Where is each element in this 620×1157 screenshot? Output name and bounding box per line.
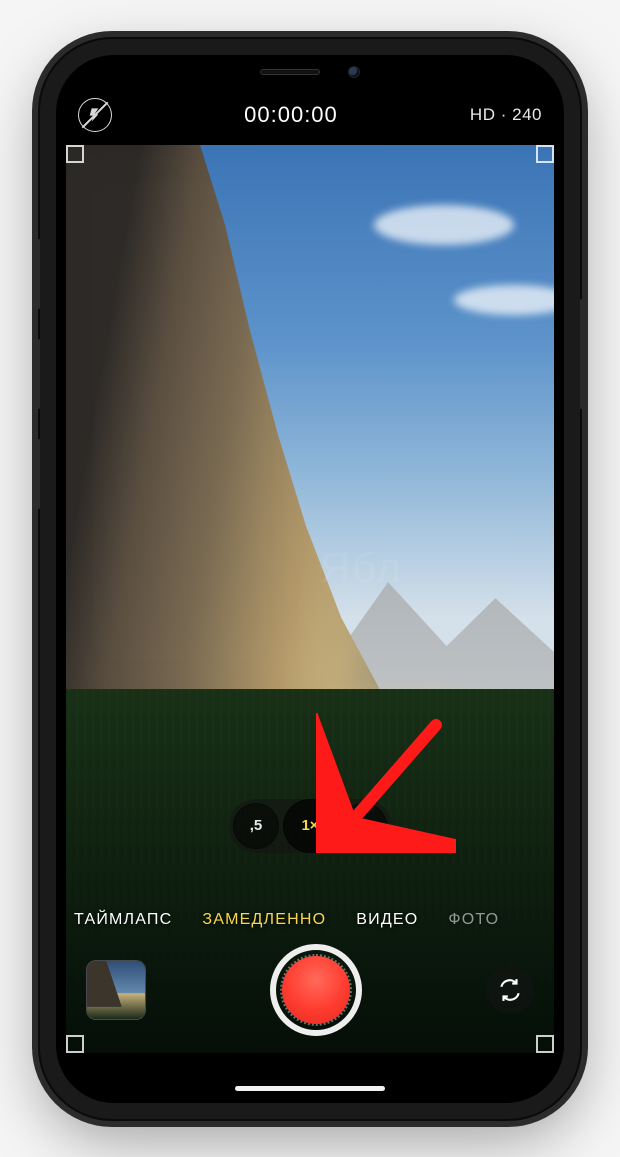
flash-toggle[interactable] — [78, 98, 112, 132]
fps-label: 240 — [512, 105, 542, 124]
record-button-inner — [282, 956, 350, 1024]
bottom-controls — [56, 935, 564, 1045]
last-photo-thumbnail[interactable] — [86, 960, 146, 1020]
front-camera — [348, 66, 360, 78]
mode-photo[interactable]: ФОТО — [448, 911, 499, 929]
format-label: HD — [470, 105, 496, 124]
separator: · — [501, 105, 507, 124]
scene-cloud — [454, 285, 554, 315]
mode-video[interactable]: ВИДЕО — [356, 911, 418, 929]
scene-cloud — [374, 205, 514, 245]
zoom-selector[interactable]: ,5 1× 2 — [229, 799, 391, 853]
mode-timelapse[interactable]: ТАЙМЛАПС — [74, 911, 172, 929]
flip-camera-button[interactable] — [486, 966, 534, 1014]
home-indicator[interactable] — [235, 1086, 385, 1091]
video-format-button[interactable]: HD · 240 — [470, 105, 542, 125]
flip-camera-icon — [497, 977, 523, 1003]
recording-timer: 00:00:00 — [244, 102, 338, 128]
record-button[interactable] — [270, 944, 362, 1036]
mode-rail[interactable]: ТАЙМЛАПС ЗАМЕДЛЕННО ВИДЕО ФОТО — [56, 911, 564, 929]
phone-frame: 00:00:00 HD · 240 Ябл ,5 1× 2 — [40, 39, 580, 1119]
mode-slomo[interactable]: ЗАМЕДЛЕННО — [202, 911, 326, 929]
watermark-text: Ябл — [320, 544, 403, 592]
screen: 00:00:00 HD · 240 Ябл ,5 1× 2 — [56, 55, 564, 1103]
zoom-option-tele[interactable]: 2 — [341, 803, 387, 849]
speaker-grille — [260, 69, 320, 75]
zoom-option-ultrawide[interactable]: ,5 — [233, 803, 279, 849]
notch — [205, 55, 415, 89]
zoom-option-1x[interactable]: 1× — [283, 799, 337, 853]
